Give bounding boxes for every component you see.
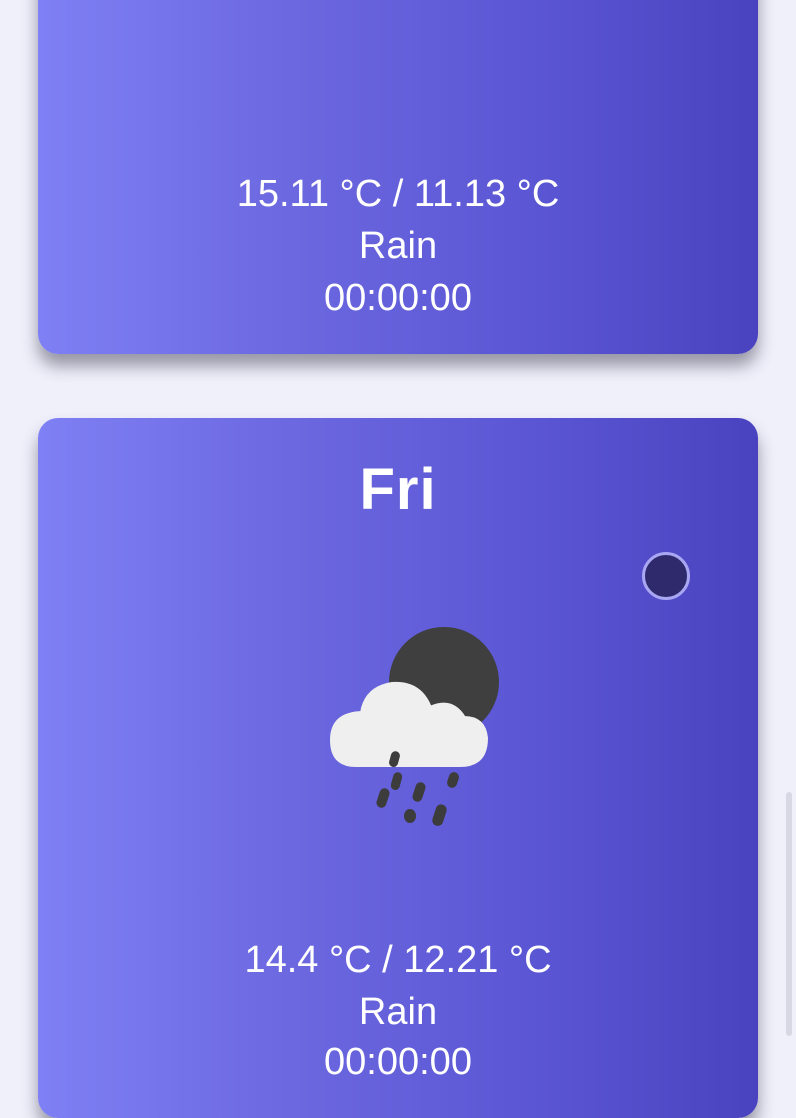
- cloud-rain-moon-icon: [330, 627, 499, 826]
- forecast-time: 00:00:00: [324, 277, 472, 319]
- forecast-time: 00:00:00: [324, 1041, 472, 1083]
- temperature-range: 14.4 °C / 12.21 °C: [244, 939, 552, 981]
- scrollbar[interactable]: [786, 792, 792, 1036]
- day-label: Fri: [359, 457, 437, 522]
- weather-condition: Rain: [358, 225, 438, 267]
- cloud-rain-moon-icon: [292, 0, 512, 102]
- forecast-card-fri: Fri 14.4 °C / 12.21 °C Rain 00:00:00: [38, 418, 758, 1118]
- weather-condition: Rain: [358, 991, 438, 1033]
- temperature-range: 15.11 °C / 11.13 °C: [236, 173, 560, 215]
- forecast-card-previous: 15.11 °C / 11.13 °C Rain 00:00:00: [38, 0, 758, 354]
- select-radio-button[interactable]: [642, 552, 690, 600]
